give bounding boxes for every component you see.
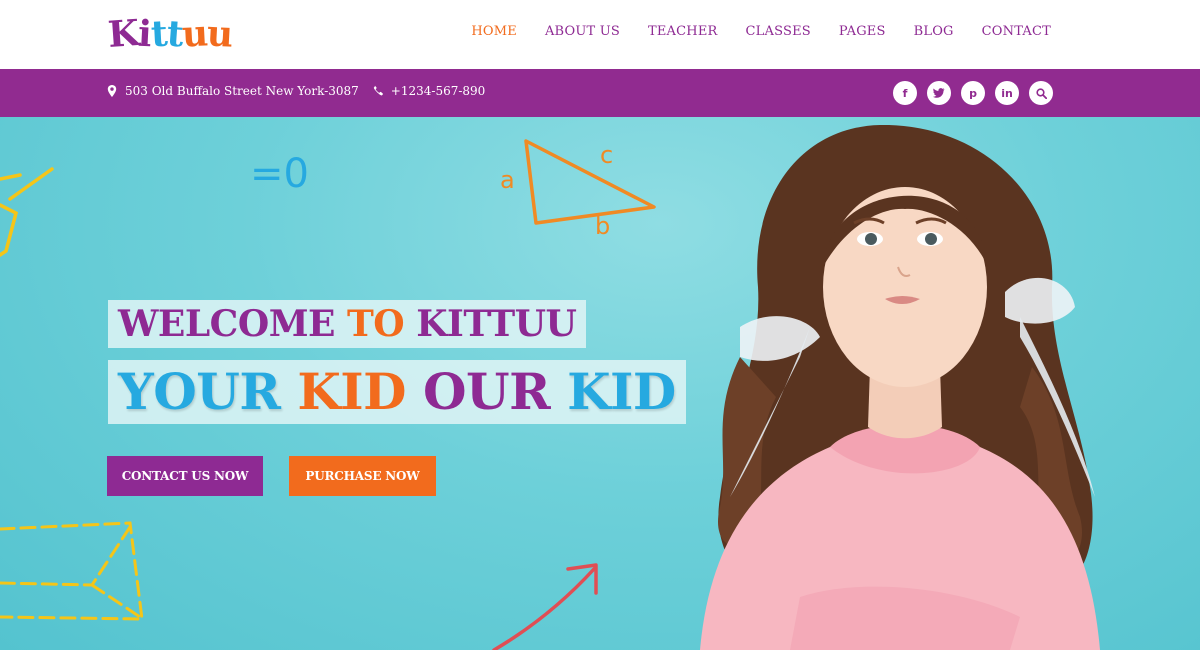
nav-about-us[interactable]: ABOUT US	[545, 24, 620, 39]
doodle-equals-zero: =0	[250, 151, 309, 197]
social-links: f p in	[893, 81, 1063, 105]
nav-contact[interactable]: CONTACT	[982, 24, 1051, 39]
search-icon[interactable]	[1029, 81, 1053, 105]
kid-word: KID	[297, 362, 423, 421]
map-marker-icon	[107, 85, 117, 97]
hero-welcome-heading: WELCOME TO KITTUU	[108, 300, 587, 348]
hero-tagline-heading: YOUR KID OUR KID	[108, 360, 686, 424]
contact-us-button[interactable]: CONTACT US NOW	[107, 456, 263, 496]
to-word: TO	[347, 303, 417, 345]
nav-blog[interactable]: BLOG	[914, 24, 954, 39]
girl-photo	[700, 124, 1100, 650]
hero-banner: =0 a c b WELCOME TO KITTUU YOUR KID OUR …	[0, 117, 1200, 650]
twitter-icon[interactable]	[927, 81, 951, 105]
nav-home[interactable]: HOME	[471, 24, 517, 39]
brand-word: KITTUU	[416, 303, 577, 345]
nav-classes[interactable]: CLASSES	[746, 24, 811, 39]
logo-letter: K	[106, 11, 140, 57]
main-nav: HOME ABOUT US TEACHER CLASSES PAGES BLOG…	[443, 24, 1051, 39]
logo-letter: u	[181, 12, 209, 56]
linkedin-icon[interactable]: in	[995, 81, 1019, 105]
doodle-letter-b: b	[595, 212, 610, 240]
kid-word: KID	[567, 362, 676, 421]
nav-pages[interactable]: PAGES	[839, 24, 886, 39]
logo-letter: u	[206, 12, 234, 56]
welcome-word: WELCOME	[118, 303, 348, 345]
phone-icon	[373, 85, 383, 97]
site-header: Kittuu HOME ABOUT US TEACHER CLASSES PAG…	[0, 0, 1200, 69]
contact-info: 503 Old Buffalo Street New York-3087 +12…	[107, 84, 485, 98]
nav-teacher[interactable]: TEACHER	[648, 24, 718, 39]
phone-text: +1234-567-890	[390, 84, 486, 98]
doodle-letter-a: a	[500, 166, 515, 194]
pinterest-icon[interactable]: p	[961, 81, 985, 105]
doodle-letter-c: c	[600, 141, 613, 169]
our-word: OUR	[422, 362, 568, 421]
facebook-icon[interactable]: f	[893, 81, 917, 105]
purchase-button[interactable]: PURCHASE NOW	[289, 456, 436, 496]
address-text: 503 Old Buffalo Street New York-3087	[125, 84, 359, 98]
top-info-bar: 503 Old Buffalo Street New York-3087 +12…	[0, 69, 1200, 117]
site-logo[interactable]: Kittuu	[106, 11, 234, 57]
your-word: YOUR	[118, 362, 298, 421]
